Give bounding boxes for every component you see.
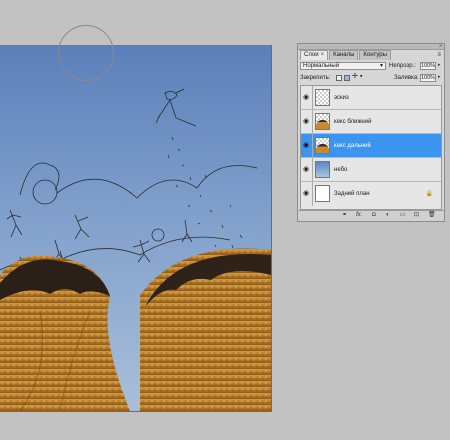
layer-name: эскиз (334, 95, 349, 101)
visibility-toggle[interactable]: ◉ (301, 158, 313, 181)
tab-paths[interactable]: Контуры (359, 50, 391, 60)
eye-icon: ◉ (303, 94, 310, 101)
lock-label: Закрепить: (300, 75, 331, 81)
panel-menu-icon[interactable]: ≡ (437, 52, 441, 58)
tab-label: Контуры (363, 52, 387, 58)
opacity-slider-icon[interactable]: ▸ (438, 62, 441, 68)
opacity-input[interactable]: 100% (420, 62, 436, 70)
lock-icon: 🔒 (425, 191, 433, 197)
layer-row-far-cake[interactable]: ◉ кекс дальний (301, 134, 441, 158)
layer-row-sketch[interactable]: ◉ эскиз (301, 86, 441, 110)
opacity-label: Непрозр.: (389, 63, 416, 69)
lock-row: Закрепить: ✛ ▪ Заливка: 100% ▸ (300, 73, 442, 84)
tab-label: Слои (304, 52, 319, 58)
blend-mode-value: Нормальный (303, 63, 340, 69)
panel-collapse-icon[interactable]: » (439, 43, 442, 49)
blend-mode-select[interactable]: Нормальный ▼ (300, 62, 386, 70)
fill-input[interactable]: 100% (420, 74, 436, 82)
visibility-toggle[interactable]: ◉ (301, 182, 313, 206)
fx-icon[interactable]: fx. (356, 212, 362, 219)
tab-layers[interactable]: Слои × (300, 50, 329, 60)
eye-icon: ◉ (303, 118, 310, 125)
visibility-toggle[interactable]: ◉ (301, 110, 313, 133)
chevron-down-icon: ▼ (379, 63, 384, 69)
tab-label: Каналы (333, 52, 355, 58)
layer-thumbnail (315, 161, 330, 178)
layer-name: кекс дальний (334, 143, 371, 149)
blend-row: Нормальный ▼ Непрозр.: 100% ▸ (300, 61, 442, 72)
layer-row-near-cake[interactable]: ◉ кекс ближний (301, 110, 441, 134)
layer-list: ◉ эскиз ◉ кекс ближний ◉ кекс дальний ◉ … (300, 85, 442, 210)
layers-panel: » Слои × Каналы Контуры ≡ Нормальный ▼ Не… (297, 43, 445, 222)
layer-name: небо (334, 167, 348, 173)
brush-cursor (58, 25, 114, 81)
layer-thumbnail (315, 137, 330, 154)
visibility-toggle[interactable]: ◉ (301, 86, 313, 109)
eye-icon: ◉ (303, 190, 310, 197)
layer-row-sky[interactable]: ◉ небо (301, 158, 441, 182)
group-icon[interactable]: ▭ (400, 212, 406, 219)
eye-icon: ◉ (303, 166, 310, 173)
layer-thumbnail (315, 113, 330, 130)
layer-name: кекс ближний (334, 119, 372, 125)
close-icon[interactable]: × (321, 52, 325, 58)
trash-icon[interactable]: 🗑 (428, 212, 436, 219)
adjustment-icon[interactable]: ◐ (386, 212, 390, 219)
mask-icon[interactable]: ◘ (372, 212, 376, 219)
visibility-toggle[interactable]: ◉ (301, 134, 313, 157)
layer-thumbnail (315, 185, 330, 202)
panel-tabs: Слои × Каналы Контуры (300, 50, 392, 60)
fill-label: Заливка: (394, 75, 419, 81)
layer-name: Задний план (334, 191, 370, 197)
layer-thumbnail (315, 89, 330, 106)
tab-channels[interactable]: Каналы (329, 50, 359, 60)
artwork (0, 45, 271, 411)
lock-transparency-icon[interactable] (336, 75, 342, 81)
new-layer-icon[interactable]: ⊡ (414, 212, 419, 219)
document-canvas[interactable] (0, 45, 272, 412)
fill-slider-icon[interactable]: ▸ (438, 74, 441, 80)
eye-icon: ◉ (303, 142, 310, 149)
link-icon[interactable]: ⚭ (342, 212, 347, 219)
lock-pixels-icon[interactable] (344, 75, 350, 81)
panel-bottom-toolbar: ⚭ fx. ◘ ◐ ▭ ⊡ 🗑 (298, 210, 444, 221)
lock-position-icon[interactable]: ✛ (352, 73, 358, 81)
layer-row-background[interactable]: ◉ Задний план 🔒 (301, 182, 441, 206)
lock-all-icon[interactable]: ▪ (360, 73, 362, 81)
